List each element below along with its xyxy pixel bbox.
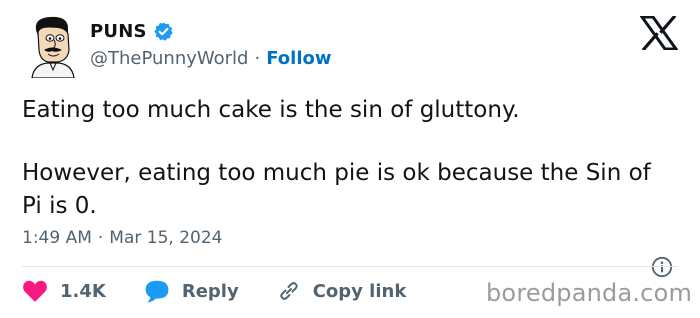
follow-button[interactable]: Follow bbox=[266, 48, 331, 69]
watermark: boredpanda.com bbox=[486, 279, 693, 307]
tweet-text: Eating too much cake is the sin of glutt… bbox=[22, 94, 672, 223]
info-icon[interactable] bbox=[651, 256, 673, 278]
name-row: PUNS bbox=[90, 18, 332, 44]
tweet-date[interactable]: Mar 15, 2024 bbox=[109, 228, 222, 248]
tweet-line-1: Eating too much cake is the sin of glutt… bbox=[22, 97, 520, 123]
reply-label: Reply bbox=[181, 280, 239, 302]
tweet-meta: 1:49 AM · Mar 15, 2024 bbox=[22, 228, 222, 248]
display-name[interactable]: PUNS bbox=[90, 21, 147, 42]
handle-separator: · bbox=[254, 48, 261, 69]
handle-row: @ThePunnyWorld · Follow bbox=[90, 48, 332, 69]
tweet-time[interactable]: 1:49 AM bbox=[22, 228, 92, 248]
author-block: PUNS @ThePunnyWorld · Follow bbox=[90, 18, 332, 70]
heart-icon bbox=[23, 280, 47, 302]
speech-bubble-icon bbox=[145, 280, 169, 303]
like-count: 1.4K bbox=[60, 280, 106, 302]
copy-link-label: Copy link bbox=[312, 280, 407, 302]
divider bbox=[22, 266, 678, 267]
reply-button[interactable]: Reply bbox=[144, 279, 239, 303]
meta-separator: · bbox=[97, 228, 104, 248]
action-bar: 1.4K Reply Copy link bbox=[22, 275, 444, 307]
like-button[interactable]: 1.4K bbox=[22, 279, 106, 303]
tweet-line-2: However, eating too much pie is ok becau… bbox=[22, 160, 651, 219]
link-icon bbox=[279, 282, 298, 300]
copy-link-button[interactable]: Copy link bbox=[277, 279, 407, 303]
x-logo-icon[interactable] bbox=[640, 16, 678, 50]
tweet-card: PUNS @ThePunnyWorld · Follow Eating too … bbox=[0, 0, 700, 318]
handle[interactable]: @ThePunnyWorld bbox=[90, 48, 248, 69]
verified-badge-icon bbox=[153, 21, 173, 41]
avatar[interactable] bbox=[28, 14, 78, 78]
